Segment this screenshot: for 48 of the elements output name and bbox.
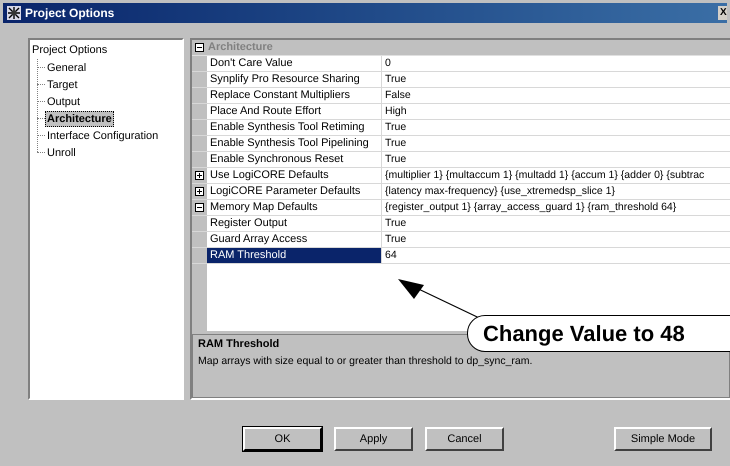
property-name[interactable]: Enable Synthesis Tool Pipelining	[207, 136, 382, 151]
property-value[interactable]: 64	[382, 248, 397, 263]
property-value[interactable]: High	[382, 104, 407, 119]
property-name[interactable]: Guard Array Access	[207, 232, 382, 247]
tree-item[interactable]: General	[45, 60, 88, 74]
property-name[interactable]: Memory Map Defaults	[207, 200, 382, 215]
expand-icon[interactable]	[195, 187, 204, 196]
property-value[interactable]: {multiplier 1} {multaccum 1} {multadd 1} {accum 1} {adder 0} {subtrac	[382, 168, 704, 183]
property-value[interactable]: 0	[382, 56, 391, 71]
dialog-button[interactable]: Apply	[334, 427, 413, 451]
tree-item[interactable]: Interface Configuration	[45, 128, 160, 142]
property-value[interactable]: {latency max-frequency} {use_xtremedsp_slice 1}	[382, 184, 615, 199]
property-value[interactable]: True	[382, 120, 406, 135]
property-value[interactable]: {register_output 1} {array_access_guard 1} {ram_threshold 64}	[382, 200, 676, 215]
tree-item[interactable]: Output	[45, 94, 82, 108]
property-value[interactable]: True	[382, 72, 406, 87]
callout: Change Value to 48	[467, 315, 730, 352]
collapse-icon[interactable]	[195, 203, 204, 212]
dialog-button[interactable]: OK	[243, 427, 322, 451]
property-name[interactable]: RAM Threshold	[207, 248, 382, 263]
property-name[interactable]: LogiCORE Parameter Defaults	[207, 184, 382, 199]
property-value[interactable]: False	[382, 88, 411, 103]
property-name[interactable]: Register Output	[207, 216, 382, 231]
close-button[interactable]: X	[718, 6, 727, 20]
description-title: RAM Threshold	[198, 337, 280, 352]
property-name[interactable]: Replace Constant Multipliers	[207, 88, 382, 103]
expand-icon[interactable]	[195, 171, 204, 180]
property-name[interactable]: Enable Synchronous Reset	[207, 152, 382, 167]
tree-item[interactable]: Unroll	[45, 146, 78, 160]
app-icon	[7, 6, 21, 20]
tree-item[interactable]: Architecture	[45, 110, 114, 126]
property-value[interactable]: True	[382, 216, 406, 231]
property-value[interactable]: True	[382, 232, 406, 247]
tree-item[interactable]: Target	[45, 78, 80, 92]
property-name[interactable]: Use LogiCORE Defaults	[207, 168, 382, 183]
property-value[interactable]: True	[382, 152, 406, 167]
property-value[interactable]: True	[382, 136, 406, 151]
property-name[interactable]: Don't Care Value	[207, 56, 382, 71]
window-title: Project Options	[25, 5, 116, 22]
collapse-icon[interactable]	[195, 43, 204, 52]
property-name[interactable]: Place And Route Effort	[207, 104, 382, 119]
category-label: Architecture	[207, 40, 273, 56]
property-name[interactable]: Synplify Pro Resource Sharing	[207, 72, 382, 87]
property-name[interactable]: Enable Synthesis Tool Retiming	[207, 120, 382, 135]
description-text: Map arrays with size equal to or greater than threshold to dp_sync_ram.	[198, 354, 534, 369]
simple-mode-button[interactable]: Simple Mode	[614, 427, 712, 451]
tree-root[interactable]: Project Options	[31, 42, 182, 59]
dialog-button[interactable]: Cancel	[425, 427, 504, 451]
